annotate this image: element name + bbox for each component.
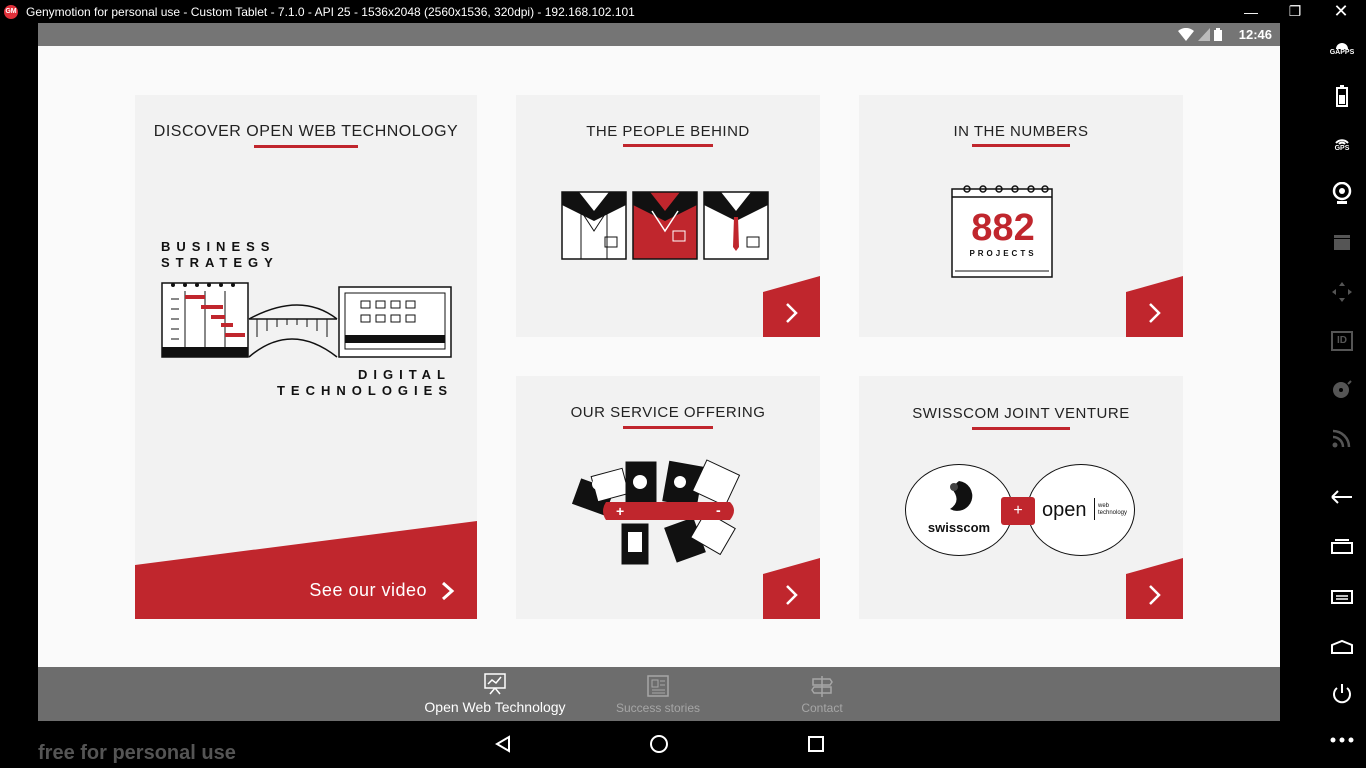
card-service-title: OUR SERVICE OFFERING [570, 404, 766, 421]
battery-button[interactable] [1318, 85, 1366, 107]
back-arrow-icon [1331, 490, 1352, 504]
card-service-arrow-button[interactable] [763, 558, 820, 619]
disk-icon [1333, 380, 1352, 398]
move-arrows-icon [1332, 282, 1352, 302]
svg-text:+: + [616, 503, 624, 519]
card-discover[interactable]: DISCOVER OPEN WEB TECHNOLOGY BUSINESS ST… [135, 95, 477, 619]
webcam-button[interactable] [1318, 182, 1366, 204]
card-joint-title: SWISSCOM JOINT VENTURE [912, 405, 1130, 422]
nav-success-stories[interactable]: Success stories [600, 667, 716, 721]
recent-apps-icon [1331, 539, 1353, 554]
swisscom-logo: swisscom [905, 464, 1013, 556]
see-video-link[interactable]: See our video [309, 580, 427, 601]
title-underline [972, 144, 1070, 147]
open-logo: open web technology [1027, 464, 1135, 556]
signpost-icon [811, 676, 833, 697]
home-button[interactable] [1318, 639, 1366, 655]
back-icon[interactable] [494, 735, 512, 753]
battery-icon [1214, 28, 1222, 41]
webcam-icon [1332, 182, 1352, 204]
team-illustration-icon [561, 191, 769, 260]
back-button[interactable] [1318, 489, 1366, 505]
power-button[interactable] [1318, 683, 1366, 705]
recent-apps-button[interactable] [1318, 539, 1366, 555]
card-people-title: THE PEOPLE BEHIND [586, 123, 750, 140]
card-discover-title: DISCOVER OPEN WEB TECHNOLOGY [153, 123, 459, 140]
swisscom-emblem-icon [950, 481, 973, 511]
window-title: Genymotion for personal use - Custom Tab… [26, 4, 635, 19]
clapperboard-icon [1334, 235, 1350, 250]
nav-open-web-technology[interactable]: Open Web Technology [420, 667, 570, 721]
power-icon [1333, 684, 1351, 704]
red-banner [135, 521, 477, 619]
bottom-navigation: Open Web Technology Success stories Cont… [38, 667, 1280, 721]
cell-signal-icon [1198, 28, 1210, 41]
bridge-illustration-icon [161, 282, 452, 358]
card-numbers[interactable]: IN THE NUMBERS 882 PROJECTS [859, 95, 1183, 337]
genymotion-sidebar: GAPPS GPS ID [1318, 23, 1366, 768]
title-underline [623, 144, 713, 147]
gapps-button[interactable]: GAPPS [1318, 37, 1366, 56]
disk-button[interactable] [1318, 380, 1366, 400]
chevron-right-icon[interactable] [441, 581, 455, 601]
digital-label: DIGITAL [357, 367, 451, 382]
card-joint-arrow-button[interactable] [1126, 558, 1183, 619]
card-numbers-arrow-button[interactable] [1126, 276, 1183, 337]
strategy-label: STRATEGY [161, 255, 279, 270]
device-screen: 12:46 DISCOVER OPEN WEB TECHNOLOGY BUSIN… [38, 23, 1280, 721]
service-fan-illustration-icon: + - [571, 459, 741, 565]
wifi-icon [1178, 28, 1194, 41]
nav-contact[interactable]: Contact [782, 667, 862, 721]
close-button[interactable]: ✕ [1318, 0, 1364, 23]
gps-button[interactable]: GPS [1318, 135, 1366, 152]
id-icon: ID [1331, 331, 1353, 351]
newspaper-icon [647, 675, 669, 697]
restore-button[interactable]: ❐ [1272, 0, 1318, 23]
battery-icon [1336, 85, 1348, 107]
move-button[interactable] [1318, 281, 1366, 303]
gapps-icon [1336, 43, 1348, 49]
projects-count: 882 [971, 207, 1035, 249]
card-numbers-title: IN THE NUMBERS [953, 123, 1089, 140]
menu-icon [1331, 590, 1353, 604]
menu-button[interactable] [1318, 589, 1366, 605]
home-house-icon [1331, 639, 1353, 654]
window-titlebar: GM Genymotion for personal use - Custom … [0, 0, 1366, 23]
recents-icon[interactable] [807, 735, 825, 753]
plus-icon: + [1001, 497, 1035, 525]
svg-text:-: - [716, 502, 721, 518]
home-icon[interactable] [649, 734, 669, 754]
genymotion-logo-icon: GM [4, 4, 18, 19]
title-underline [972, 427, 1070, 430]
status-time: 12:46 [1238, 27, 1272, 42]
watermark-text: free for personal use [38, 742, 236, 764]
more-options-button[interactable] [1318, 737, 1366, 743]
minimize-button[interactable]: — [1228, 0, 1274, 23]
device-id-button[interactable]: ID [1318, 331, 1366, 351]
gps-icon [1335, 139, 1349, 145]
presentation-icon [484, 673, 506, 695]
card-service[interactable]: OUR SERVICE OFFERING + - [516, 376, 820, 619]
android-statusbar: 12:46 [38, 23, 1280, 46]
card-people-arrow-button[interactable] [763, 276, 820, 337]
rss-icon [1332, 429, 1351, 448]
card-people[interactable]: THE PEOPLE BEHIND [516, 95, 820, 337]
more-dots-icon [1330, 737, 1354, 743]
screencast-button[interactable] [1318, 233, 1366, 251]
title-underline [254, 145, 358, 148]
technologies-label: TECHNOLOGIES [276, 383, 453, 398]
title-underline [623, 426, 713, 429]
projects-unit: PROJECTS [969, 249, 1037, 258]
rss-button[interactable] [1318, 428, 1366, 448]
card-joint-venture[interactable]: SWISSCOM JOINT VENTURE swisscom open web… [859, 376, 1183, 619]
business-label: BUSINESS [161, 239, 276, 254]
